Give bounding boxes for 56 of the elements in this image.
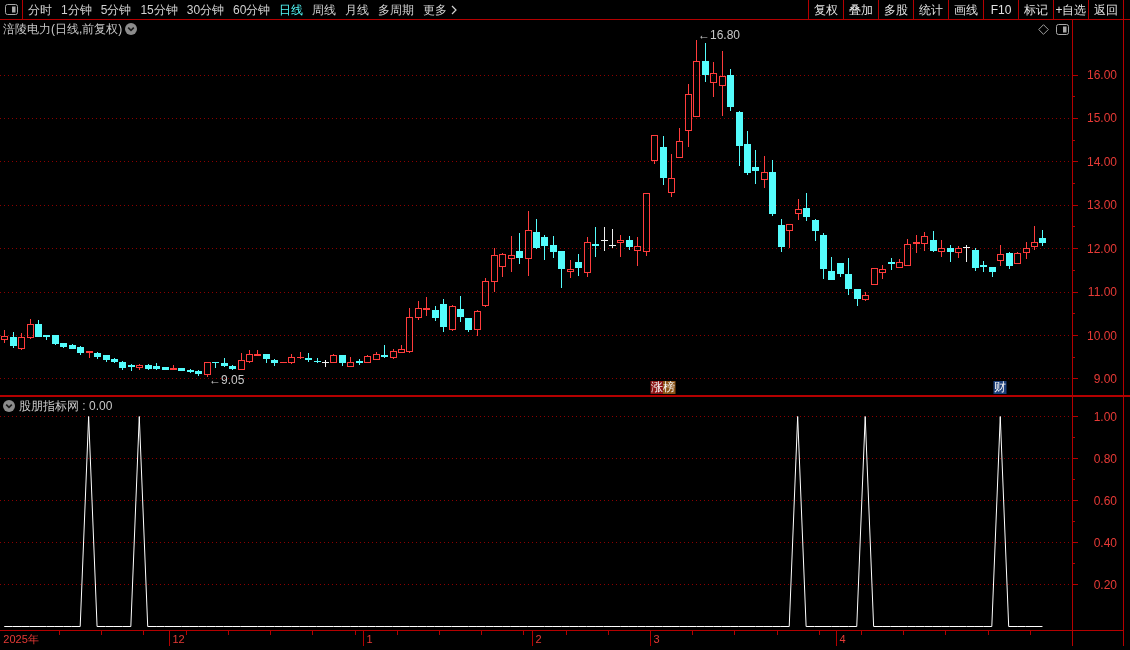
toolbar-button[interactable]: +自选 <box>1053 0 1088 19</box>
toolbar-button[interactable]: 叠加 <box>843 0 878 19</box>
price-annotation: ←9.05 <box>209 372 245 387</box>
toolbar-button[interactable]: 复权 <box>808 0 843 19</box>
toolbar-button[interactable]: F10 <box>983 0 1018 19</box>
period-tab[interactable]: 15分钟 <box>135 0 183 19</box>
more-button[interactable]: 更多 <box>418 0 462 19</box>
period-tab[interactable]: 5分钟 <box>96 0 136 19</box>
y-axis-label: 16.00 <box>1086 68 1117 82</box>
date-axis-label: 2025年 <box>3 632 39 645</box>
date-axis-label: 4 <box>839 632 846 645</box>
candlestick <box>474 310 481 336</box>
panel-toggle-icon[interactable] <box>1056 24 1069 35</box>
y-axis-label: 0.60 <box>1093 493 1117 508</box>
period-tab[interactable]: 30分钟 <box>182 0 229 19</box>
y-axis-label: 11.00 <box>1087 285 1117 300</box>
y-axis-label: 13.00 <box>1086 198 1117 213</box>
event-marker[interactable]: 涨榜 <box>650 381 676 394</box>
y-axis-label: 15.00 <box>1086 111 1117 126</box>
period-tab[interactable]: 日线 <box>274 0 308 19</box>
panel-toggle-icon <box>4 4 18 15</box>
period-tab[interactable]: 周线 <box>307 0 341 19</box>
y-axis-label: 10.00 <box>1086 328 1117 343</box>
period-tab[interactable]: 60分钟 <box>228 0 275 19</box>
y-axis-label: 14.00 <box>1086 154 1117 169</box>
chevron-right-icon <box>451 4 458 15</box>
price-annotation: ←16.80 <box>698 28 741 43</box>
period-tab[interactable]: 月线 <box>340 0 374 19</box>
candlestick <box>651 135 658 164</box>
period-tab[interactable]: 分时 <box>23 0 57 19</box>
toolbar-button[interactable]: 画线 <box>948 0 983 19</box>
toolbar-button[interactable]: 返回 <box>1088 0 1123 19</box>
toolbar-button[interactable]: 标记 <box>1018 0 1053 19</box>
diamond-icon[interactable] <box>1038 24 1049 35</box>
chart-title: 涪陵电力(日线,前复权) <box>3 22 123 36</box>
date-axis-label: 2 <box>535 632 542 645</box>
dropdown-icon[interactable] <box>3 400 15 412</box>
y-axis-label: 9.00 <box>1093 372 1117 386</box>
dropdown-icon[interactable] <box>125 23 138 35</box>
y-axis-label: 0.40 <box>1093 535 1117 550</box>
date-axis-label: 3 <box>653 632 660 645</box>
toolbar-button[interactable]: 多股 <box>878 0 913 19</box>
period-tab[interactable]: 1分钟 <box>56 0 97 19</box>
candlestick <box>643 193 650 256</box>
y-axis-label: 0.80 <box>1093 451 1117 466</box>
candlestick <box>1 330 8 343</box>
candlestick <box>482 278 489 307</box>
date-axis-label: 12 <box>172 632 185 645</box>
period-tab[interactable]: 多周期 <box>373 0 419 19</box>
event-marker[interactable]: 财 <box>993 381 1007 394</box>
chart-title: 股朋指标网 : 0.00 <box>19 399 113 413</box>
y-axis-label: 12.00 <box>1086 241 1117 256</box>
y-axis-label: 1.00 <box>1093 409 1117 424</box>
date-axis-label: 1 <box>366 632 373 645</box>
y-axis-label: 0.20 <box>1093 577 1117 592</box>
toolbar-button[interactable]: 统计 <box>913 0 948 19</box>
